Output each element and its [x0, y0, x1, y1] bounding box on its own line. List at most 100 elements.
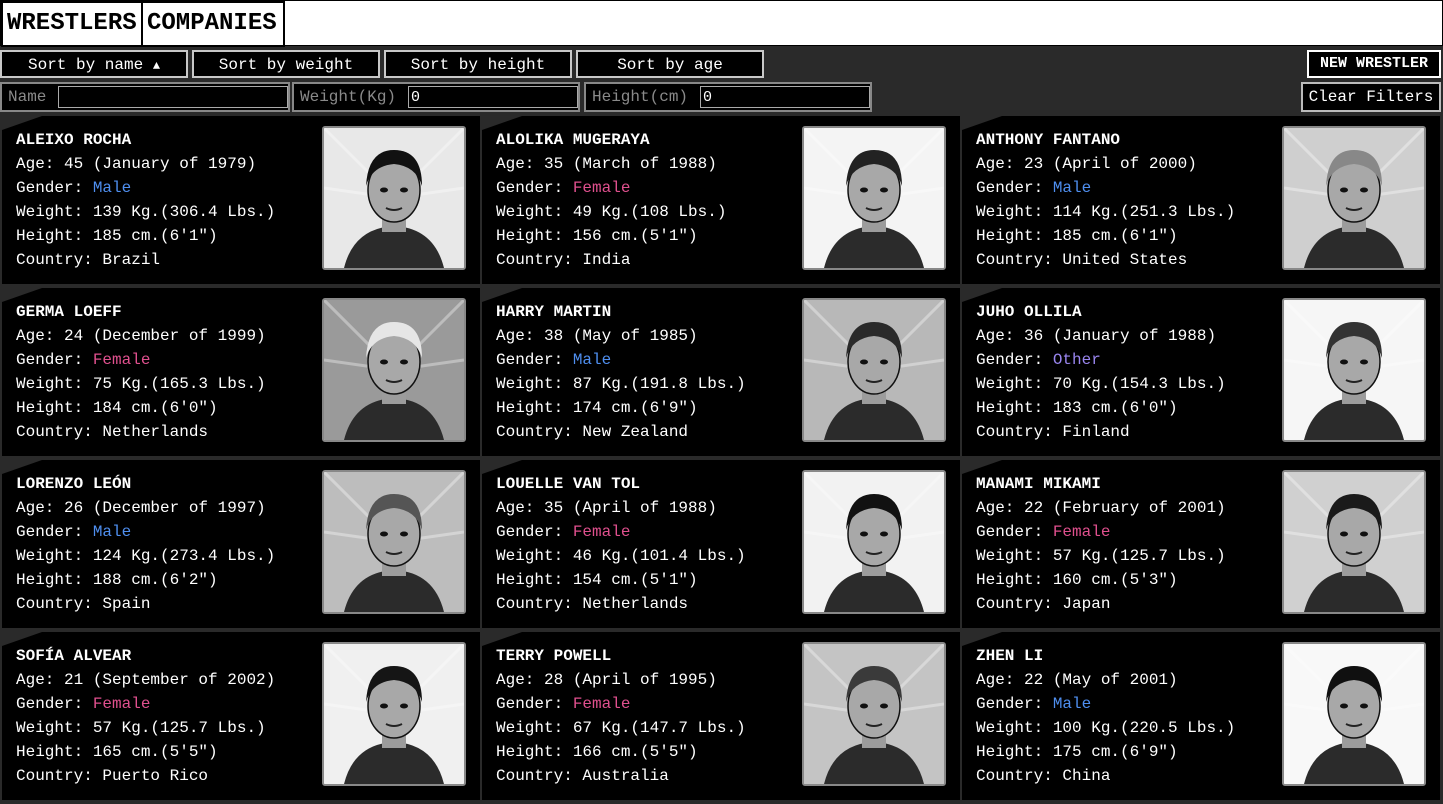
- wrestler-portrait-undercut-hair-icon[interactable]: [1282, 298, 1426, 442]
- height-filter: Height(cm): [584, 82, 872, 112]
- wrestler-gender: Gender: Female: [496, 520, 746, 544]
- sort-ascending-icon: ▲: [152, 59, 161, 73]
- wrestler-portrait-bald-bearded-man-icon[interactable]: [1282, 126, 1426, 270]
- gender-label: Gender:: [496, 179, 573, 197]
- wrestler-gender: Gender: Female: [496, 692, 746, 716]
- wrestler-name: SOFÍA ALVEAR: [16, 647, 132, 665]
- name-filter-input[interactable]: [58, 86, 288, 108]
- gender-label: Gender:: [496, 351, 573, 369]
- sort-by-name-label: Sort by name: [27, 56, 144, 74]
- gender-value: Female: [1052, 523, 1111, 541]
- wrestler-weight: Weight: 57 Kg.(125.7 Lbs.): [976, 547, 1226, 565]
- gender-value: Female: [92, 351, 151, 369]
- wrestler-age: Age: 36 (January of 1988): [976, 327, 1217, 345]
- wrestler-card[interactable]: JUHO OLLILA Age: 36 (January of 1988) Gend…: [962, 288, 1440, 456]
- wrestler-name: MANAMI MIKAMI: [976, 475, 1101, 493]
- wrestler-height: Height: 185 cm.(6'1"): [976, 227, 1178, 245]
- wrestler-info: SOFÍA ALVEAR Age: 21 (September of 2002) G…: [16, 644, 275, 788]
- wrestler-age: Age: 22 (February of 2001): [976, 499, 1226, 517]
- wrestler-card[interactable]: LOUELLE VAN TOL Age: 35 (April of 1988) Ge…: [482, 460, 960, 628]
- sort-by-age-button[interactable]: Sort by age: [576, 50, 764, 78]
- gender-value: Male: [92, 523, 132, 541]
- wrestler-name: HARRY MARTIN: [496, 303, 612, 321]
- wrestler-portrait-muscular-man-icon[interactable]: [322, 470, 466, 614]
- tab-wrestlers[interactable]: WRESTLERS: [1, 1, 145, 47]
- wrestler-card[interactable]: TERRY POWELL Age: 28 (April of 1995) Gende…: [482, 632, 960, 800]
- gender-label: Gender:: [16, 523, 93, 541]
- wrestler-name: ALEIXO ROCHA: [16, 131, 132, 149]
- wrestler-height: Height: 154 cm.(5'1"): [496, 571, 698, 589]
- gender-label: Gender:: [976, 695, 1053, 713]
- wrestler-height: Height: 174 cm.(6'9"): [496, 399, 698, 417]
- wrestler-weight: Weight: 139 Kg.(306.4 Lbs.): [16, 203, 276, 221]
- wrestler-country: Country: New Zealand: [496, 423, 689, 441]
- wrestler-weight: Weight: 46 Kg.(101.4 Lbs.): [496, 547, 746, 565]
- wrestler-info: ZHEN LI Age: 22 (May of 2001) Gender: Male…: [976, 644, 1235, 788]
- wrestler-card[interactable]: MANAMI MIKAMI Age: 22 (February of 2001) G…: [962, 460, 1440, 628]
- wrestler-weight: Weight: 75 Kg.(165.3 Lbs.): [16, 375, 266, 393]
- new-wrestler-button[interactable]: NEW WRESTLER: [1307, 50, 1441, 78]
- wrestler-age: Age: 38 (May of 1985): [496, 327, 698, 345]
- wrestler-age: Age: 28 (April of 1995): [496, 671, 717, 689]
- sort-by-weight-button[interactable]: Sort by weight: [192, 50, 380, 78]
- clear-filters-button[interactable]: Clear Filters: [1301, 82, 1441, 112]
- wrestler-info: TERRY POWELL Age: 28 (April of 1995) Gende…: [496, 644, 746, 788]
- wrestler-country: Country: Japan: [976, 595, 1111, 613]
- wrestler-height: Height: 175 cm.(6'9"): [976, 743, 1178, 761]
- wrestler-age: Age: 21 (September of 2002): [16, 671, 276, 689]
- wrestler-card[interactable]: HARRY MARTIN Age: 38 (May of 1985) Gender:…: [482, 288, 960, 456]
- wrestler-portrait-bearded-man-icon[interactable]: [322, 126, 466, 270]
- wrestler-card[interactable]: SOFÍA ALVEAR Age: 21 (September of 2002) G…: [2, 632, 480, 800]
- wrestler-name: ALOLIKA MUGERAYA: [496, 131, 650, 149]
- wrestler-portrait-masked-man-icon[interactable]: [802, 298, 946, 442]
- wrestler-gender: Gender: Male: [976, 176, 1235, 200]
- wrestler-card[interactable]: ALOLIKA MUGERAYA Age: 35 (March of 1988) G…: [482, 116, 960, 284]
- wrestler-portrait-woman-messy-hair-icon[interactable]: [802, 642, 946, 786]
- wrestler-card[interactable]: LORENZO LEÓN Age: 26 (December of 1997) Ge…: [2, 460, 480, 628]
- wrestler-country: Country: Netherlands: [496, 595, 689, 613]
- sort-by-height-button[interactable]: Sort by height: [384, 50, 572, 78]
- wrestler-country: Country: Finland: [976, 423, 1130, 441]
- wrestler-age: Age: 35 (March of 1988): [496, 155, 717, 173]
- height-filter-label: Height(cm): [592, 88, 689, 106]
- wrestler-card[interactable]: ALEIXO ROCHA Age: 45 (January of 1979) Gen…: [2, 116, 480, 284]
- gender-value: Female: [92, 695, 151, 713]
- sort-by-name-button[interactable]: Sort by name ▲: [0, 50, 188, 78]
- wrestler-height: Height: 185 cm.(6'1"): [16, 227, 218, 245]
- weight-filter-label: Weight(Kg): [300, 88, 397, 106]
- wrestler-portrait-wild-hair-woman-icon[interactable]: [802, 470, 946, 614]
- wrestler-height: Height: 183 cm.(6'0"): [976, 399, 1178, 417]
- wrestler-card[interactable]: ZHEN LI Age: 22 (May of 2001) Gender: Male…: [962, 632, 1440, 800]
- wrestler-height: Height: 160 cm.(5'3"): [976, 571, 1178, 589]
- weight-filter-input[interactable]: [408, 86, 578, 108]
- wrestler-age: Age: 22 (May of 2001): [976, 671, 1178, 689]
- wrestler-country: Country: India: [496, 251, 631, 269]
- gender-label: Gender:: [976, 351, 1053, 369]
- wrestler-card[interactable]: ANTHONY FANTANO Age: 23 (April of 2000) Ge…: [962, 116, 1440, 284]
- wrestler-portrait-woman-braids-icon[interactable]: [322, 642, 466, 786]
- wrestler-portrait-long-hair-man-icon[interactable]: [1282, 642, 1426, 786]
- wrestler-weight: Weight: 124 Kg.(273.4 Lbs.): [16, 547, 276, 565]
- wrestler-country: Country: United States: [976, 251, 1188, 269]
- wrestler-card[interactable]: GERMA LOEFF Age: 24 (December of 1999) Gen…: [2, 288, 480, 456]
- wrestler-gender: Gender: Female: [16, 692, 275, 716]
- wrestler-weight: Weight: 49 Kg.(108 Lbs.): [496, 203, 727, 221]
- gender-label: Gender:: [496, 523, 573, 541]
- wrestler-portrait-woman-short-hair-icon[interactable]: [802, 126, 946, 270]
- wrestler-weight: Weight: 70 Kg.(154.3 Lbs.): [976, 375, 1226, 393]
- gender-label: Gender:: [496, 695, 573, 713]
- wrestler-name: LORENZO LEÓN: [16, 475, 132, 493]
- name-filter: Name: [0, 82, 290, 112]
- gender-value: Female: [572, 695, 631, 713]
- wrestler-gender: Gender: Male: [16, 176, 275, 200]
- wrestler-gender: Gender: Female: [496, 176, 726, 200]
- wrestler-age: Age: 45 (January of 1979): [16, 155, 257, 173]
- height-filter-input[interactable]: [700, 86, 870, 108]
- wrestler-age: Age: 24 (December of 1999): [16, 327, 266, 345]
- tab-companies[interactable]: COMPANIES: [141, 1, 285, 47]
- wrestler-portrait-woman-bob-hair-icon[interactable]: [1282, 470, 1426, 614]
- wrestler-weight: Weight: 87 Kg.(191.8 Lbs.): [496, 375, 746, 393]
- wrestler-name: ZHEN LI: [976, 647, 1044, 665]
- wrestler-portrait-woman-long-hair-icon[interactable]: [322, 298, 466, 442]
- wrestler-country: Country: Puerto Rico: [16, 767, 209, 785]
